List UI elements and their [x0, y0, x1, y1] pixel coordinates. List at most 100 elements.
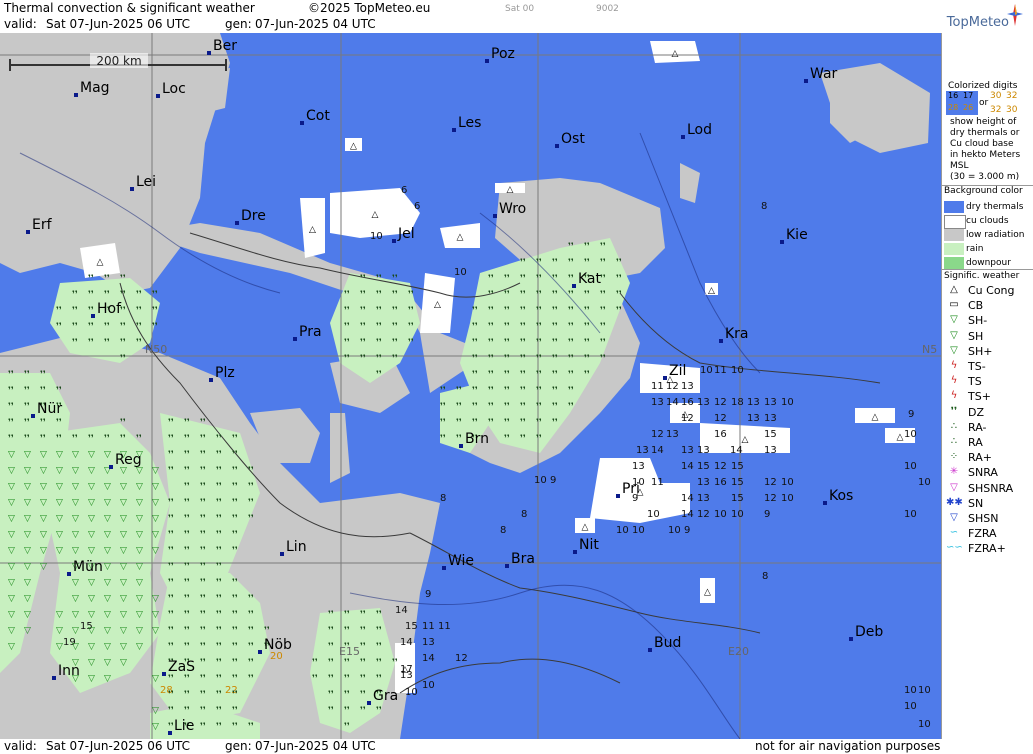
cu-cong-symbol: △: [742, 435, 749, 445]
drizzle-symbol: ❜❜: [248, 626, 254, 636]
drizzle-symbol: ❜❜: [184, 482, 190, 492]
height-digit: 12: [651, 429, 664, 440]
drizzle-symbol: ❜❜: [440, 402, 446, 412]
drizzle-symbol: ❜❜: [504, 434, 510, 444]
drizzle-symbol: ❜❜: [584, 322, 590, 332]
drizzle-symbol: ❜❜: [216, 642, 222, 652]
bg-label: downpour: [966, 258, 1011, 268]
drizzle-symbol: ❜❜: [184, 690, 190, 700]
drizzle-symbol: ❜❜: [328, 658, 334, 668]
drizzle-symbol: ❜❜: [168, 578, 174, 588]
height-digit: 14: [681, 461, 694, 472]
height-digit: 14: [681, 509, 694, 520]
wx-symbol-icon: ∴: [950, 436, 958, 447]
drizzle-symbol: ▽: [40, 482, 47, 492]
drizzle-symbol: ▽: [8, 514, 15, 524]
drizzle-symbol: ❜❜: [248, 658, 254, 668]
drizzle-symbol: ❜❜: [360, 642, 366, 652]
compass-icon: [1007, 4, 1023, 26]
drizzle-symbol: ❜❜: [104, 274, 110, 284]
wx-label: SN: [968, 496, 984, 510]
drizzle-symbol: ❜❜: [200, 610, 206, 620]
drizzle-symbol: ❜❜: [200, 658, 206, 668]
drizzle-symbol: ▽: [104, 546, 111, 556]
bg-label: cu clouds: [966, 216, 1009, 226]
drizzle-symbol: ❜❜: [376, 274, 382, 284]
drizzle-symbol: ▽: [56, 610, 63, 620]
drizzle-symbol: ▽: [56, 498, 63, 508]
drizzle-symbol: ❜❜: [600, 290, 606, 300]
legend-panel: Colorized digits 16 17 28 26 30 32 or 32…: [941, 33, 1033, 739]
footer-valid-time: Sat 07-Jun-2025 06 UTC: [46, 739, 191, 753]
height-digit: 13: [636, 445, 649, 456]
bg-label: rain: [966, 244, 984, 254]
drizzle-symbol: ▽: [8, 626, 15, 636]
city-name: Nit: [579, 537, 599, 553]
drizzle-symbol: ▽: [104, 658, 111, 668]
drizzle-symbol: ❜❜: [72, 322, 78, 332]
city-name: Erf: [32, 217, 53, 233]
drizzle-symbol: ▽: [136, 530, 143, 540]
top-header: Thermal convection & significant weather…: [0, 0, 1033, 33]
city-dot: [780, 240, 784, 244]
height-digit: 10: [700, 365, 713, 376]
height-digit: 12: [697, 509, 710, 520]
city-name: Reg: [115, 452, 142, 468]
drizzle-symbol: ❜❜: [72, 434, 78, 444]
drizzle-symbol: ❜❜: [168, 450, 174, 460]
background-title: Background color: [944, 186, 1023, 196]
city-dot: [555, 144, 559, 148]
wx-symbol-icon: ❜❜: [950, 405, 958, 417]
drizzle-symbol: ❜❜: [120, 434, 126, 444]
wx-label: FZRA+: [968, 542, 1006, 556]
drizzle-symbol: ▽: [88, 642, 95, 652]
city-mün: Mün: [67, 559, 103, 576]
drizzle-symbol: ▽: [72, 610, 79, 620]
city-name: Wie: [448, 553, 474, 569]
drizzle-symbol: ❜❜: [392, 658, 398, 668]
wx-symbol-icon: ϟ: [950, 390, 958, 402]
cu-cong-symbol: △: [704, 588, 711, 598]
height-digit: 15: [731, 493, 744, 504]
drizzle-symbol: ❜❜: [520, 386, 526, 396]
drizzle-symbol: ▽: [72, 594, 79, 604]
drizzle-symbol: ❜❜: [232, 546, 238, 556]
drizzle-symbol: ❜❜: [376, 642, 382, 652]
drizzle-symbol: ❜❜: [376, 370, 382, 380]
digit-explanation: show height of dry thermals or Cu cloud …: [950, 117, 1020, 183]
drizzle-symbol: ❜❜: [584, 258, 590, 268]
drizzle-symbol: ▽: [72, 514, 79, 524]
drizzle-symbol: ❜❜: [168, 706, 174, 716]
height-digit: 14: [651, 445, 664, 456]
drizzle-symbol: ▽: [136, 482, 143, 492]
height-digit: 13: [651, 397, 664, 408]
digit-sample-32: 32: [1006, 91, 1018, 101]
drizzle-symbol: ▽: [88, 610, 95, 620]
height-digit: 10: [904, 685, 917, 696]
drizzle-symbol: ❜❜: [584, 290, 590, 300]
drizzle-symbol: ▽: [104, 642, 111, 652]
wx-label: RA: [968, 436, 983, 449]
drizzle-symbol: ❜❜: [328, 626, 334, 636]
scale-label: 200 km: [96, 54, 141, 68]
drizzle-symbol: ❜❜: [152, 290, 158, 300]
height-digit: 15: [731, 461, 744, 472]
drizzle-symbol: ❜❜: [168, 546, 174, 556]
height-digit: 10: [422, 680, 435, 691]
drizzle-symbol: ▽: [8, 466, 15, 476]
drizzle-symbol: ❜❜: [56, 386, 62, 396]
drizzle-symbol: ❜❜: [392, 338, 398, 348]
drizzle-symbol: ❜❜: [200, 594, 206, 604]
city-dot: [52, 676, 56, 680]
drizzle-symbol: ▽: [88, 674, 95, 684]
drizzle-symbol: ❜❜: [376, 610, 382, 620]
drizzle-symbol: ❜❜: [72, 290, 78, 300]
cu-cong-symbol: △: [582, 523, 589, 533]
drizzle-symbol: ❜❜: [232, 722, 238, 732]
city-dot: [823, 501, 827, 505]
drizzle-symbol: ❜❜: [184, 578, 190, 588]
map-canvas: 11 12 1310 11 1013 14 16 13 12 18 13 13 1012 12 13 1312…: [0, 33, 941, 739]
drizzle-symbol: ❜❜: [408, 322, 414, 332]
weather-map[interactable]: 11 12 13 10 11 10 13 14 16 13 12 18 13 13 10 12 12 13 13 12…: [0, 33, 941, 739]
cu-cong-symbol: △: [708, 286, 715, 296]
